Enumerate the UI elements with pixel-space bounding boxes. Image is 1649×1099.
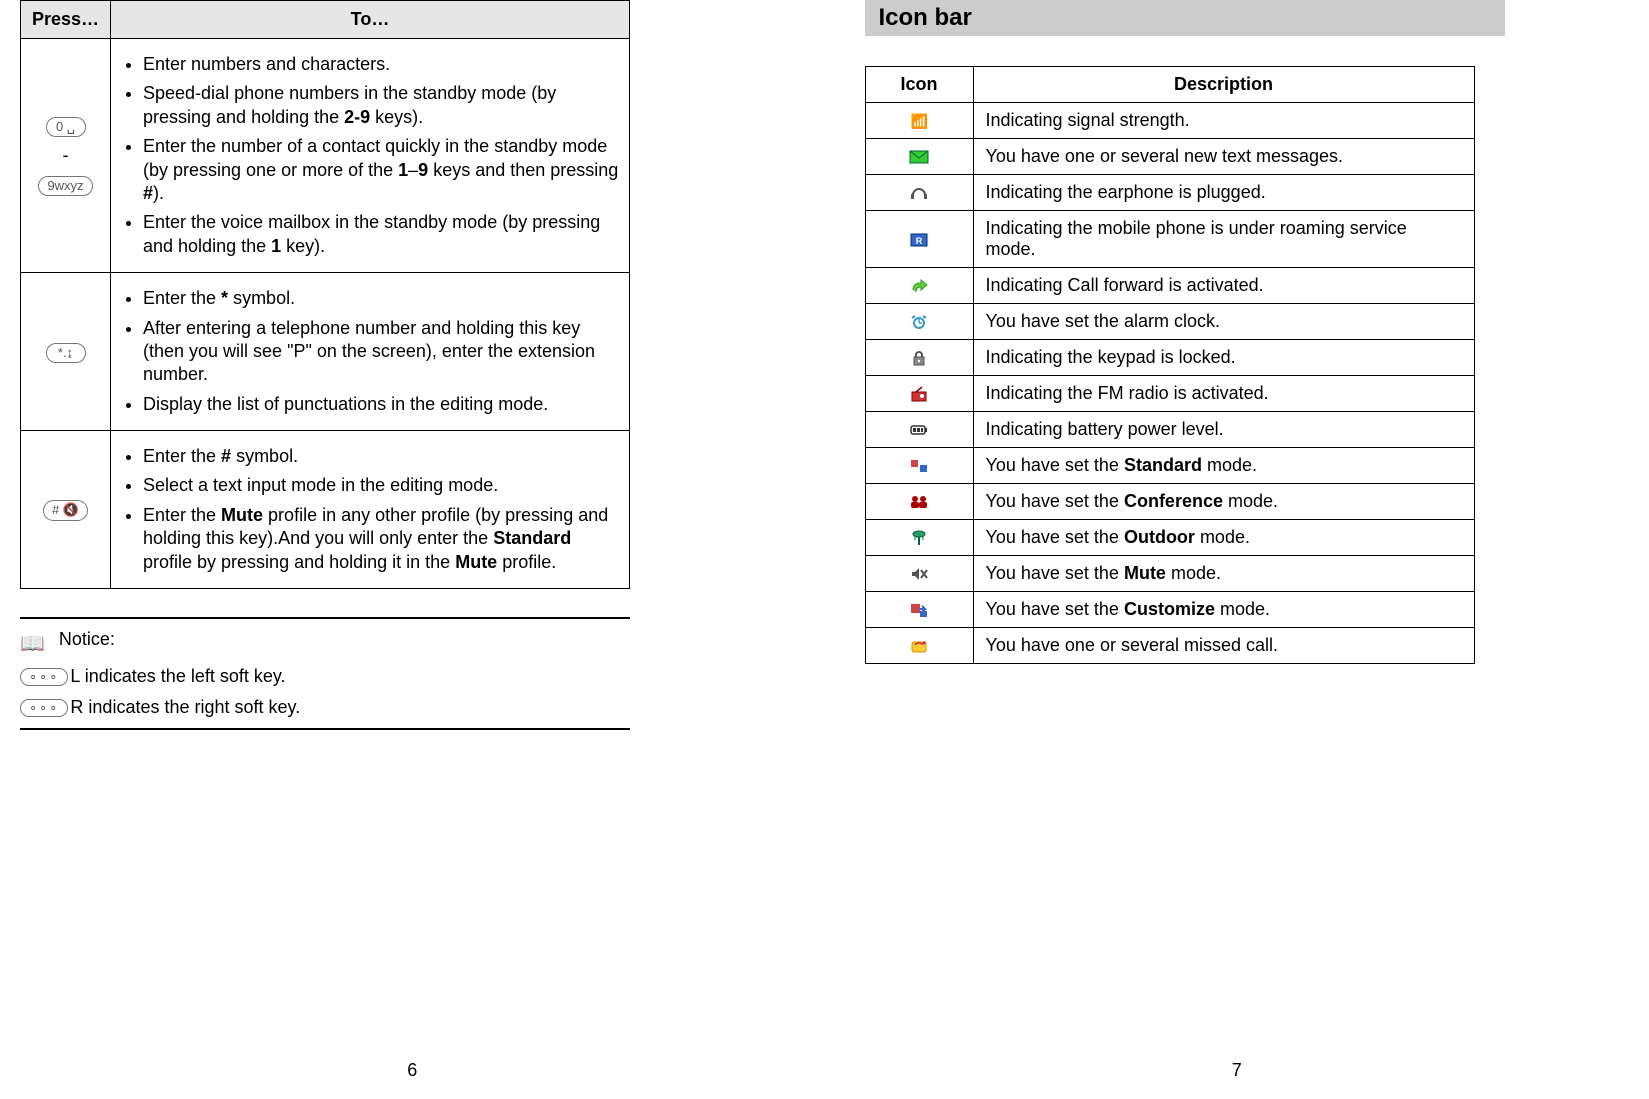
to-list-item: Enter the # symbol. — [143, 445, 619, 468]
keycap-icon: # 🔇 — [43, 500, 88, 520]
table-row: You have set the alarm clock. — [865, 304, 1474, 340]
icon-description: You have set the Customize mode. — [973, 592, 1474, 628]
table-row: 📶Indicating signal strength. — [865, 103, 1474, 139]
to-list-item: Enter numbers and characters. — [143, 53, 619, 76]
notice-row: 📖 Notice: — [20, 629, 630, 656]
table-row: Indicating the FM radio is activated. — [865, 376, 1474, 412]
to-list: Enter numbers and characters. Speed-dial … — [121, 53, 619, 258]
softkey-cap-icon: ∘∘∘ — [20, 668, 68, 686]
radio-icon — [865, 376, 973, 412]
icon-description: Indicating battery power level. — [973, 412, 1474, 448]
notice-rule-bottom — [20, 728, 630, 730]
book-icon: 📖 — [20, 629, 45, 656]
keycap-icon: *.↨ — [46, 343, 86, 363]
key-cell: # 🔇 — [21, 431, 111, 589]
key-cell: *.↨ — [21, 273, 111, 431]
softkey-right-text: R indicates the right soft key. — [70, 697, 300, 718]
icon-description: Indicating the FM radio is activated. — [973, 376, 1474, 412]
table-row: You have set the Standard mode. — [865, 448, 1474, 484]
table-row: You have one or several new text message… — [865, 139, 1474, 175]
softkey-left-line: ∘∘∘ L indicates the left soft key. — [20, 666, 785, 687]
key-cell: 0 ␣ - 9wxyz — [21, 39, 111, 273]
to-list-item: Enter the voice mailbox in the standby m… — [143, 211, 619, 258]
icon-description: Indicating the keypad is locked. — [973, 340, 1474, 376]
icon-description: Indicating the mobile phone is under roa… — [973, 211, 1474, 268]
softkey-left-text: L indicates the left soft key. — [70, 666, 285, 687]
to-cell: Enter numbers and characters. Speed-dial … — [111, 39, 630, 273]
table-row: R Indicating the mobile phone is under ro… — [865, 211, 1474, 268]
missed-icon — [865, 628, 973, 664]
table-row: You have set the Customize mode. — [865, 592, 1474, 628]
icon-table: Icon Description 📶Indicating signal stre… — [865, 66, 1475, 664]
table-row: Indicating battery power level. — [865, 412, 1474, 448]
softkey-cap-icon: ∘∘∘ — [20, 699, 68, 717]
to-list-item: Display the list of punctuations in the … — [143, 393, 619, 416]
page-number-left: 6 — [0, 1060, 825, 1081]
icon-description: You have set the alarm clock. — [973, 304, 1474, 340]
icon-bar-heading: Icon bar — [865, 0, 1505, 36]
battery-icon — [865, 412, 973, 448]
icon-header: Icon — [865, 67, 973, 103]
to-cell: Enter the # symbol. Select a text input m… — [111, 431, 630, 589]
to-list-item: Enter the number of a contact quickly in… — [143, 135, 619, 205]
icon-description: Indicating Call forward is activated. — [973, 268, 1474, 304]
notice-rule-top — [20, 617, 630, 619]
description-header: Description — [973, 67, 1474, 103]
alarm-icon — [865, 304, 973, 340]
mute-icon — [865, 556, 973, 592]
to-list: Enter the # symbol. Select a text input m… — [121, 445, 619, 574]
icon-description: You have set the Standard mode. — [973, 448, 1474, 484]
notice-label: Notice: — [59, 629, 115, 650]
table-row: # 🔇 Enter the # symbol. Select a text inpu… — [21, 431, 630, 589]
icon-description: You have set the Conference mode. — [973, 484, 1474, 520]
icon-description: You have set the Mute mode. — [973, 556, 1474, 592]
to-list-item: Select a text input mode in the editing … — [143, 474, 619, 497]
lock-icon — [865, 340, 973, 376]
svg-text:R: R — [916, 236, 923, 246]
to-list-item: Enter the * symbol. — [143, 287, 619, 310]
to-list-item: After entering a telephone number and ho… — [143, 317, 619, 387]
table-row: Indicating Call forward is activated. — [865, 268, 1474, 304]
to-header: To… — [111, 1, 630, 39]
table-row: You have one or several missed call. — [865, 628, 1474, 664]
page-number-right: 7 — [825, 1060, 1649, 1081]
icon-description: Indicating signal strength. — [973, 103, 1474, 139]
icon-description: You have one or several missed call. — [973, 628, 1474, 664]
icon-description: Indicating the earphone is plugged. — [973, 175, 1474, 211]
to-list-item: Enter the Mute profile in any other prof… — [143, 504, 619, 574]
icon-description: You have one or several new text message… — [973, 139, 1474, 175]
press-tbody: 0 ␣ - 9wxyz Enter numbers and characters. Sp… — [21, 39, 630, 589]
softkey-right-line: ∘∘∘ R indicates the right soft key. — [20, 697, 785, 718]
outdoor-icon — [865, 520, 973, 556]
keycap-icon: 9wxyz — [38, 176, 92, 196]
press-header: Press… — [21, 1, 111, 39]
table-row: You have set the Mute mode. — [865, 556, 1474, 592]
icon-description: You have set the Outdoor mode. — [973, 520, 1474, 556]
forward-icon — [865, 268, 973, 304]
to-list: Enter the * symbol. After entering a tele… — [121, 287, 619, 416]
table-row: Indicating the earphone is plugged. — [865, 175, 1474, 211]
to-list-item: Speed-dial phone numbers in the standby … — [143, 82, 619, 129]
to-cell: Enter the * symbol. After entering a tele… — [111, 273, 630, 431]
customize-icon — [865, 592, 973, 628]
table-row: *.↨ Enter the * symbol. After entering a t… — [21, 273, 630, 431]
page-right: Icon bar Icon Description 📶Indicating si… — [825, 0, 1649, 1099]
roaming-icon: R — [865, 211, 973, 268]
table-row: You have set the Conference mode. — [865, 484, 1474, 520]
table-row: Indicating the keypad is locked. — [865, 340, 1474, 376]
keycap-icon: 0 ␣ — [46, 117, 86, 137]
envelope-icon — [865, 139, 973, 175]
table-row: 0 ␣ - 9wxyz Enter numbers and characters. Sp… — [21, 39, 630, 273]
signal-icon: 📶 — [865, 103, 973, 139]
standard-icon — [865, 448, 973, 484]
earphone-icon — [865, 175, 973, 211]
page-left: Press… To… 0 ␣ - 9wxyz Enter numbers and ch… — [0, 0, 825, 1099]
table-row: You have set the Outdoor mode. — [865, 520, 1474, 556]
icon-tbody: 📶Indicating signal strength.You have one… — [865, 103, 1474, 664]
key-range-sep: - — [31, 145, 100, 166]
conference-icon — [865, 484, 973, 520]
press-table: Press… To… 0 ␣ - 9wxyz Enter numbers and ch… — [20, 0, 630, 589]
